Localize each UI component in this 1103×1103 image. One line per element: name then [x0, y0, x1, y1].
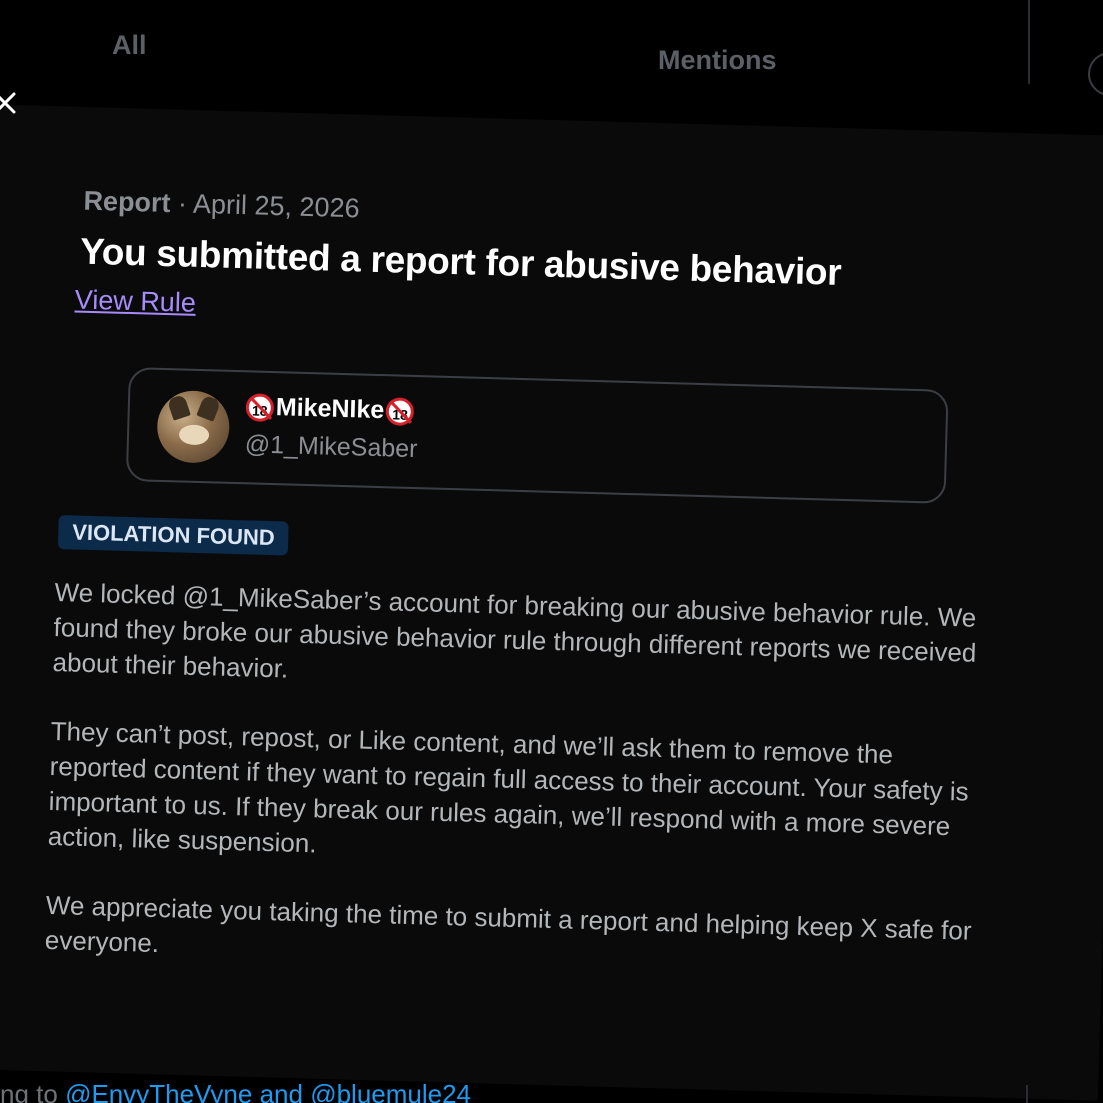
no-under-18-icon: 18	[385, 396, 415, 426]
avatar-ear	[196, 394, 222, 422]
reported-user-card[interactable]: 18 MikeNIke 18 @1_MikeSaber	[125, 366, 949, 504]
tab-mentions[interactable]: Mentions	[658, 45, 777, 76]
status-badge: VIOLATION FOUND	[57, 515, 290, 556]
corner-circle-icon	[1088, 52, 1103, 96]
meta-separator: ·	[170, 188, 194, 219]
background-reply-context: ng to @EnvyTheVyne and @bluemule24	[0, 1079, 471, 1103]
mention-link[interactable]: @bluemule24	[310, 1079, 471, 1103]
avatar-snout	[178, 424, 210, 446]
tab-all[interactable]: All	[112, 30, 147, 61]
result-paragraph: We locked @1_MikeSaber’s account for bre…	[52, 577, 977, 684]
result-paragraph: They can’t post, repost, or Like content…	[47, 715, 970, 859]
avatar-ear	[166, 394, 191, 421]
mention-joiner: and	[252, 1079, 311, 1103]
user-handle: @1_MikeSaber	[244, 430, 418, 464]
notifications-screen: All Mentions Report · April 25, 2026 You…	[0, 0, 1103, 1103]
mention-link[interactable]: @EnvyTheVyne	[65, 1079, 252, 1103]
report-detail: Report · April 25, 2026 You submitted a …	[38, 185, 1019, 985]
no-under-18-icon: 18	[245, 392, 275, 422]
report-date: April 25, 2026	[192, 188, 361, 224]
display-name-text: MikeNIke	[275, 393, 385, 425]
notification-tabs: All Mentions	[0, 0, 1103, 96]
display-name: 18 MikeNIke 18	[245, 392, 415, 426]
report-kind: Report	[83, 185, 171, 219]
column-divider	[1028, 0, 1030, 84]
view-rule-link[interactable]: View Rule	[74, 284, 196, 318]
page-title: You submitted a report for abusive behav…	[79, 230, 842, 293]
column-divider	[1026, 1085, 1028, 1103]
avatar[interactable]	[156, 389, 231, 464]
close-icon[interactable]	[0, 86, 24, 120]
reply-prefix: ng to	[0, 1079, 66, 1103]
